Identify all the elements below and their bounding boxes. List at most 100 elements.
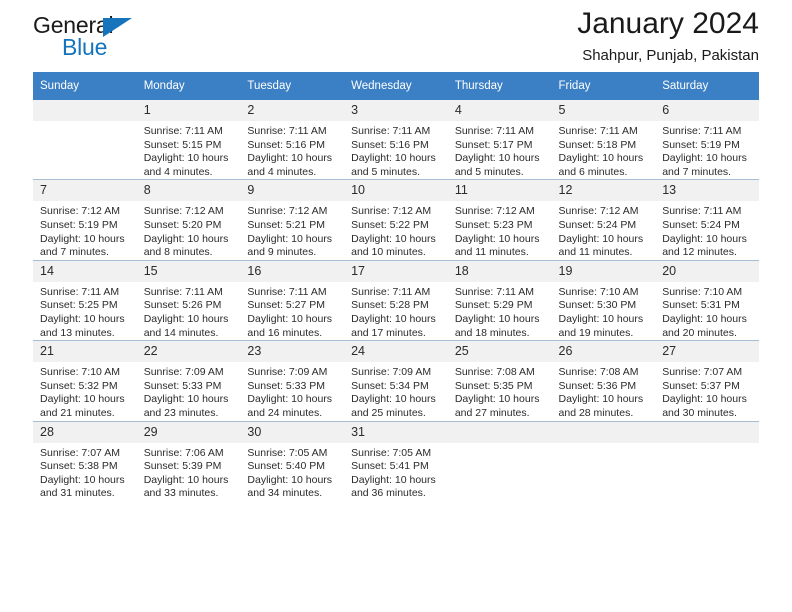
day-details: Sunrise: 7:12 AM Sunset: 5:21 PM Daylight:… (240, 201, 344, 259)
calendar-day-cell[interactable]: 29 Sunrise: 7:06 AM Sunset: 5:39 PM Dayligh… (136, 420, 241, 501)
day-detail-line: Daylight: 10 hours (247, 232, 333, 245)
day-detail-line: and 31 minutes. (40, 487, 115, 500)
day-detail-line: Sunset: 5:16 PM (351, 138, 429, 151)
day-detail-line: Sunset: 5:25 PM (40, 299, 118, 312)
day-details: Sunrise: 7:11 AM Sunset: 5:24 PM Daylight:… (655, 201, 759, 259)
day-number (655, 421, 759, 443)
calendar-day-cell[interactable]: 28 Sunrise: 7:07 AM Sunset: 5:38 PM Dayligh… (33, 420, 137, 501)
day-number: 20 (655, 260, 759, 282)
calendar-day-cell[interactable]: 15 Sunrise: 7:11 AM Sunset: 5:26 PM Dayligh… (136, 259, 241, 341)
day-detail-line: Daylight: 10 hours (454, 232, 540, 245)
day-number: 30 (240, 421, 345, 443)
calendar-day-cell[interactable]: 17 Sunrise: 7:11 AM Sunset: 5:28 PM Dayligh… (344, 259, 448, 341)
day-detail-line: Daylight: 10 hours (351, 393, 436, 406)
calendar-day-cell[interactable]: 9 Sunrise: 7:12 AM Sunset: 5:21 PM Daylight… (240, 179, 345, 261)
day-detail-line: Daylight: 10 hours (558, 312, 644, 325)
calendar-day-cell[interactable]: 22 Sunrise: 7:09 AM Sunset: 5:33 PM Dayligh… (136, 340, 241, 421)
day-detail-line: and 24 minutes. (247, 406, 323, 419)
day-number: 19 (551, 260, 656, 282)
day-detail-line: Sunset: 5:18 PM (558, 138, 637, 151)
day-detail-line: Sunrise: 7:11 AM (662, 125, 742, 137)
calendar-day-cell[interactable]: 14 Sunrise: 7:11 AM Sunset: 5:25 PM Dayligh… (33, 259, 137, 341)
day-detail-line: Sunrise: 7:12 AM (558, 205, 639, 218)
day-detail-line: Daylight: 10 hours (351, 473, 436, 486)
day-detail-line: Sunrise: 7:07 AM (40, 446, 120, 459)
day-details: Sunrise: 7:11 AM Sunset: 5:27 PM Daylight:… (240, 282, 344, 340)
day-details (33, 121, 137, 125)
day-number: 31 (344, 421, 448, 443)
day-detail-line: Sunset: 5:24 PM (558, 218, 637, 231)
day-detail-line: Sunset: 5:37 PM (662, 379, 740, 392)
calendar-week-row: 28 Sunrise: 7:07 AM Sunset: 5:38 PM Dayligh… (33, 420, 759, 501)
calendar-day-cell[interactable]: 19 Sunrise: 7:10 AM Sunset: 5:30 PM Dayligh… (551, 259, 656, 341)
day-detail-line: Daylight: 10 hours (662, 152, 747, 165)
calendar-day-cell[interactable]: 11 Sunrise: 7:12 AM Sunset: 5:23 PM Dayligh… (447, 179, 552, 261)
day-detail-line: Sunset: 5:36 PM (558, 379, 637, 392)
calendar-day-cell[interactable]: 6 Sunrise: 7:11 AM Sunset: 5:19 PM Daylight… (655, 100, 759, 180)
calendar-day-cell[interactable]: 21 Sunrise: 7:10 AM Sunset: 5:32 PM Dayligh… (33, 340, 137, 421)
day-detail-line: and 10 minutes. (351, 246, 426, 259)
day-detail-line: and 12 minutes. (662, 246, 737, 259)
calendar-day-cell[interactable]: 4 Sunrise: 7:11 AM Sunset: 5:17 PM Daylight… (447, 100, 552, 180)
calendar-day-cell[interactable]: 10 Sunrise: 7:12 AM Sunset: 5:22 PM Dayligh… (344, 179, 448, 261)
day-detail-line: Daylight: 10 hours (558, 152, 644, 165)
calendar-day-cell[interactable]: 3 Sunrise: 7:11 AM Sunset: 5:16 PM Daylight… (344, 100, 448, 180)
calendar-day-cell[interactable]: 30 Sunrise: 7:05 AM Sunset: 5:40 PM Dayligh… (240, 420, 345, 501)
day-detail-line: and 9 minutes. (247, 246, 317, 259)
day-detail-line: Daylight: 10 hours (662, 312, 747, 325)
day-detail-line: Sunset: 5:16 PM (247, 138, 326, 151)
day-detail-line: Sunrise: 7:12 AM (143, 205, 224, 218)
calendar-day-cell[interactable]: 12 Sunrise: 7:12 AM Sunset: 5:24 PM Dayligh… (551, 179, 656, 261)
day-detail-line: Sunset: 5:34 PM (351, 379, 429, 392)
page-header: General Blue January 2024 Shahpur, Punja… (33, 0, 759, 72)
calendar-day-cell[interactable]: 18 Sunrise: 7:11 AM Sunset: 5:29 PM Dayligh… (447, 259, 552, 341)
calendar-week-row: 14 Sunrise: 7:11 AM Sunset: 5:25 PM Dayligh… (33, 259, 759, 341)
day-detail-line: and 6 minutes. (558, 165, 628, 178)
calendar-day-cell[interactable]: 27 Sunrise: 7:07 AM Sunset: 5:37 PM Dayligh… (655, 340, 759, 421)
calendar-day-cell[interactable]: 1 Sunrise: 7:11 AM Sunset: 5:15 PM Daylight… (136, 100, 241, 180)
day-detail-line: Sunrise: 7:05 AM (247, 446, 328, 459)
day-details: Sunrise: 7:10 AM Sunset: 5:30 PM Daylight:… (552, 282, 656, 340)
day-details: Sunrise: 7:08 AM Sunset: 5:35 PM Daylight:… (448, 362, 552, 420)
day-detail-line: Daylight: 10 hours (143, 152, 229, 165)
calendar-day-cell[interactable]: 24 Sunrise: 7:09 AM Sunset: 5:34 PM Dayligh… (344, 340, 448, 421)
day-detail-line: and 17 minutes. (351, 326, 426, 339)
day-detail-line: Sunrise: 7:11 AM (247, 285, 327, 298)
brand-logo[interactable]: General Blue (33, 12, 233, 64)
day-detail-line: Sunset: 5:20 PM (143, 218, 222, 231)
calendar-day-cell[interactable]: 5 Sunrise: 7:11 AM Sunset: 5:18 PM Daylight… (551, 100, 656, 180)
calendar-day-cell[interactable]: 8 Sunrise: 7:12 AM Sunset: 5:20 PM Daylight… (136, 179, 241, 261)
day-details: Sunrise: 7:07 AM Sunset: 5:37 PM Daylight:… (655, 362, 759, 420)
calendar-week-row: 7 Sunrise: 7:12 AM Sunset: 5:19 PM Daylight… (33, 179, 759, 261)
calendar-day-cell[interactable]: 25 Sunrise: 7:08 AM Sunset: 5:35 PM Dayligh… (447, 340, 552, 421)
day-detail-line: Daylight: 10 hours (143, 393, 229, 406)
calendar-day-cell[interactable]: 26 Sunrise: 7:08 AM Sunset: 5:36 PM Dayligh… (551, 340, 656, 421)
day-detail-line: and 36 minutes. (351, 487, 426, 500)
brand-name-bottom: Blue (62, 34, 108, 60)
day-detail-line: Sunrise: 7:12 AM (40, 205, 120, 218)
day-detail-line: Daylight: 10 hours (247, 473, 333, 486)
day-detail-line: Sunrise: 7:10 AM (558, 285, 639, 298)
calendar-day-cell[interactable]: 23 Sunrise: 7:09 AM Sunset: 5:33 PM Dayligh… (240, 340, 345, 421)
day-details: Sunrise: 7:11 AM Sunset: 5:19 PM Daylight:… (655, 121, 759, 179)
day-details: Sunrise: 7:09 AM Sunset: 5:34 PM Daylight:… (344, 362, 448, 420)
day-details: Sunrise: 7:11 AM Sunset: 5:16 PM Daylight:… (344, 121, 448, 179)
calendar-week-row: 21 Sunrise: 7:10 AM Sunset: 5:32 PM Dayligh… (33, 340, 759, 421)
day-details: Sunrise: 7:11 AM Sunset: 5:29 PM Daylight:… (448, 282, 552, 340)
calendar-day-cell[interactable]: 13 Sunrise: 7:11 AM Sunset: 5:24 PM Dayligh… (655, 179, 759, 261)
calendar-day-cell[interactable]: 2 Sunrise: 7:11 AM Sunset: 5:16 PM Daylight… (240, 100, 345, 180)
day-number: 17 (344, 260, 448, 282)
calendar-page: General Blue January 2024 Shahpur, Punja… (0, 0, 792, 612)
day-details: Sunrise: 7:12 AM Sunset: 5:19 PM Daylight:… (33, 201, 137, 259)
title-block: January 2024 Shahpur, Punjab, Pakistan (577, 6, 759, 64)
calendar-day-cell[interactable]: 20 Sunrise: 7:10 AM Sunset: 5:31 PM Dayligh… (655, 259, 759, 341)
day-details: Sunrise: 7:11 AM Sunset: 5:17 PM Daylight:… (448, 121, 552, 179)
calendar-day-cell[interactable]: 7 Sunrise: 7:12 AM Sunset: 5:19 PM Daylight… (33, 179, 137, 261)
day-details (552, 443, 656, 447)
day-number: 22 (136, 341, 241, 363)
day-detail-line: Sunrise: 7:05 AM (351, 446, 432, 459)
day-detail-line: Sunset: 5:27 PM (247, 299, 326, 312)
calendar-day-cell[interactable]: 16 Sunrise: 7:11 AM Sunset: 5:27 PM Dayligh… (240, 259, 345, 341)
calendar-day-cell[interactable]: 31 Sunrise: 7:05 AM Sunset: 5:41 PM Dayligh… (344, 420, 448, 501)
day-detail-line: Daylight: 10 hours (454, 393, 540, 406)
